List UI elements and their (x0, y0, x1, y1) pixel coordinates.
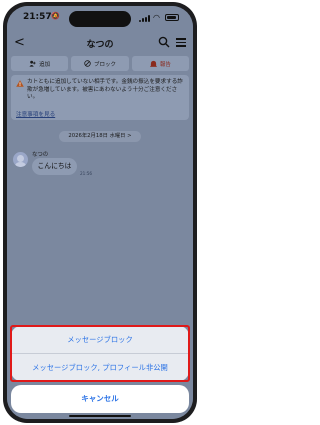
phone-frame: 21:57 🔕 ◠ < なつの 追加 ブロック 報告 カトともに追加していない相… (3, 2, 197, 423)
report-label: 報告 (159, 61, 171, 68)
action-row: 追加 ブロック 報告 (11, 56, 189, 71)
cancel-button[interactable]: キャンセル (11, 385, 189, 413)
status-time: 21:57 (23, 12, 52, 22)
report-icon (150, 60, 157, 67)
highlight-box (10, 325, 190, 382)
sender-name: なつの (32, 152, 49, 158)
home-indicator (69, 415, 131, 417)
status-bar: 21:57 🔕 ◠ (7, 6, 193, 30)
bell-off-icon: 🔕 (51, 12, 60, 20)
warning-icon (16, 80, 24, 87)
add-user-icon (29, 60, 36, 67)
message-time: 21:56 (80, 171, 93, 176)
menu-icon[interactable] (176, 37, 186, 47)
dynamic-island (69, 11, 131, 27)
report-button[interactable]: 報告 (131, 56, 189, 71)
block-icon (84, 60, 91, 67)
date-chip[interactable]: 2026年2月18日 水曜日 > (59, 131, 141, 142)
signal-icon (139, 15, 150, 22)
message-bubble[interactable]: こんにちは (32, 158, 77, 175)
add-friend-button[interactable]: 追加 (11, 56, 69, 71)
wifi-icon: ◠ (153, 13, 160, 22)
avatar[interactable] (13, 152, 28, 167)
block-button[interactable]: ブロック (71, 56, 129, 71)
warning-link[interactable]: 注意事項を見る (16, 110, 55, 118)
block-label: ブロック (93, 61, 116, 68)
battery-icon (165, 14, 179, 21)
warning-banner: カトともに追加していない相手です。金銭の振込を要求する詐欺が急増しています。被害… (11, 75, 189, 120)
screen: 21:57 🔕 ◠ < なつの 追加 ブロック 報告 カトともに追加していない相… (7, 6, 193, 419)
search-icon[interactable] (158, 36, 170, 48)
chat-header: < なつの (7, 33, 193, 55)
add-label: 追加 (39, 61, 51, 68)
warning-text: カトともに追加していない相手です。金銭の振込を要求する詐欺が急増しています。被害… (27, 79, 183, 101)
